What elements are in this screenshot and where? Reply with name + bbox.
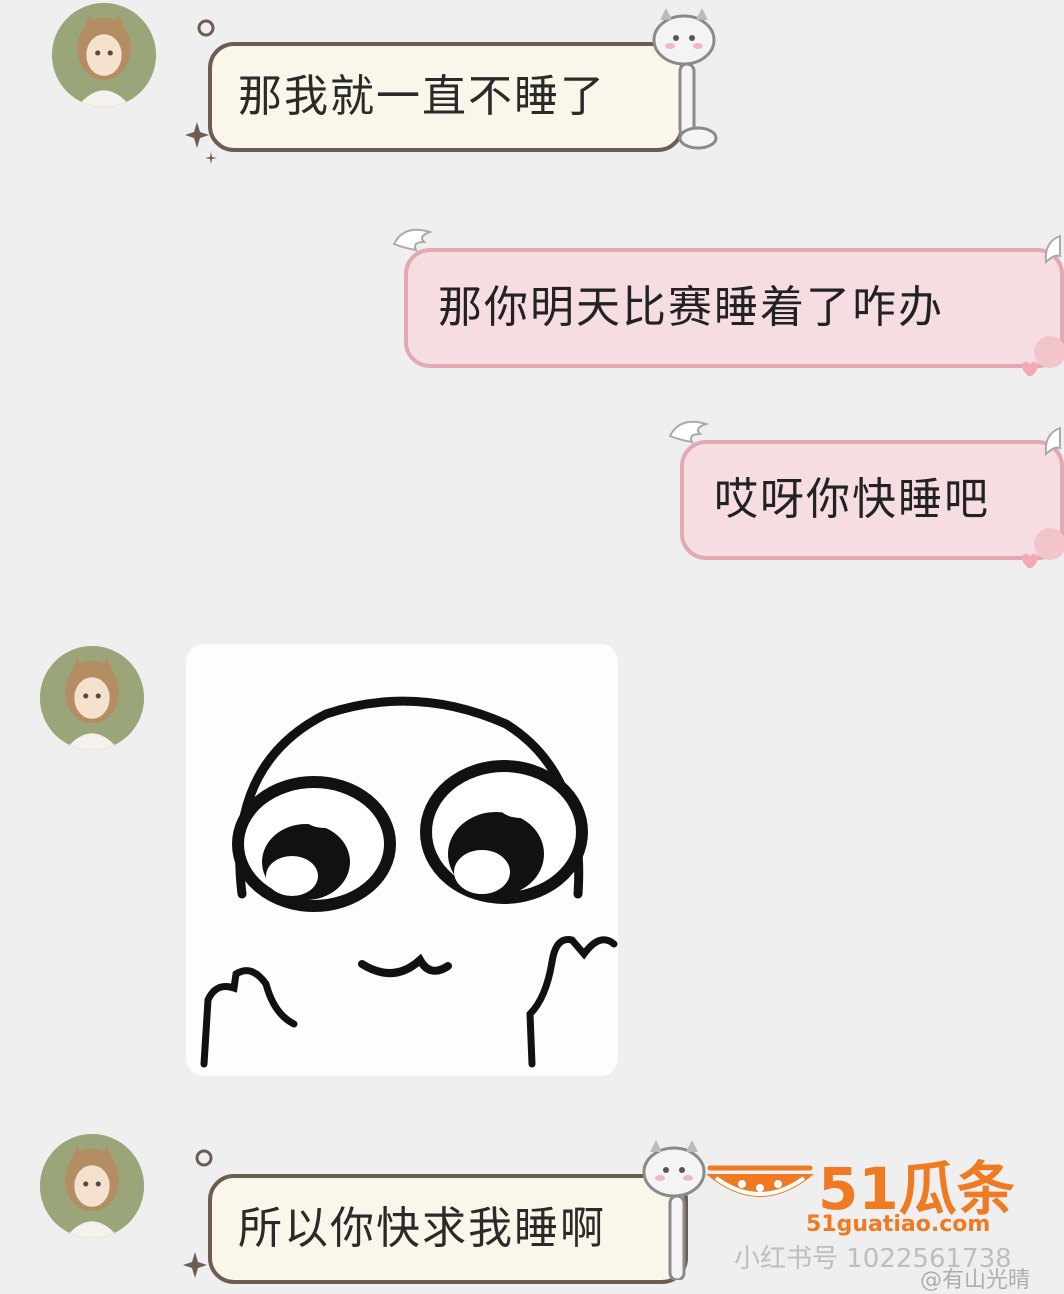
wing-decoration-icon <box>392 228 434 252</box>
ring-decoration-icon <box>197 19 215 37</box>
wing-decoration-icon <box>1044 234 1061 265</box>
message-text: 那你明天比赛睡着了咋办 <box>438 282 944 333</box>
avatar-image <box>40 646 144 750</box>
message-bubble[interactable]: 所以你快求我睡啊 <box>208 1174 688 1284</box>
heart-decoration-icon <box>1021 336 1064 376</box>
watermelon-logo-icon <box>706 1165 814 1197</box>
cat-sticker-decoration-icon <box>652 8 718 150</box>
avatar-image <box>52 3 156 107</box>
site-watermark: 51guatiao.com <box>806 1212 991 1237</box>
message-text: 哎呀你快睡吧 <box>714 474 990 525</box>
avatar[interactable] <box>52 3 156 107</box>
ring-decoration-icon <box>195 1149 213 1167</box>
message-bubble[interactable]: 那你明天比赛睡着了咋办 <box>404 248 1064 368</box>
message-bubble[interactable]: 哎呀你快睡吧 <box>680 440 1064 560</box>
sticker-image[interactable] <box>186 644 618 1076</box>
avatar-image <box>40 1134 144 1238</box>
heart-decoration-icon <box>1021 528 1064 568</box>
sparkle-decoration-icon <box>183 1252 207 1278</box>
avatar[interactable] <box>40 1134 144 1238</box>
weibo-watermark: @有山光晴 <box>920 1268 1031 1293</box>
cute-face-sticker-icon <box>200 696 618 1068</box>
message-text: 那我就一直不睡了 <box>238 71 606 122</box>
message-text: 所以你快求我睡啊 <box>238 1203 606 1254</box>
avatar[interactable] <box>40 646 144 750</box>
sparkle-decoration-icon <box>185 122 217 164</box>
wing-decoration-icon <box>668 420 710 444</box>
message-bubble[interactable]: 那我就一直不睡了 <box>208 42 684 152</box>
wing-decoration-icon <box>1044 426 1061 457</box>
